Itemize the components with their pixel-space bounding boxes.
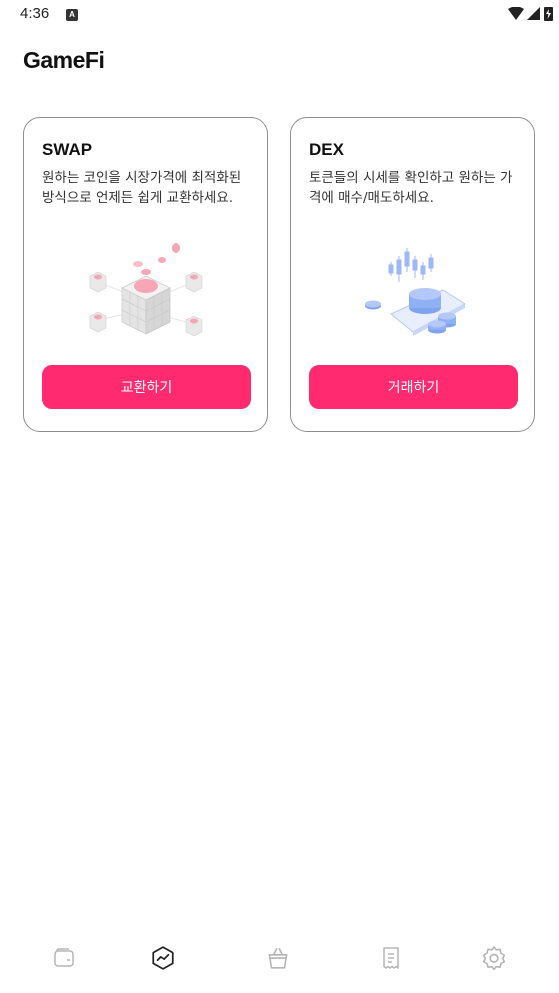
swap-cubes-illustration	[89, 243, 203, 337]
dex-card-description: 토큰들의 시세를 확인하고 원하는 가격에 매수/매도하세요.	[309, 170, 513, 206]
chart-icon	[152, 946, 174, 970]
nav-settings[interactable]	[476, 940, 512, 976]
signal-icon	[527, 6, 540, 20]
page-title: GameFi	[23, 47, 105, 73]
swap-card-description: 원하는 코인을 시장가격에 최적화된 방식으로 언제든 쉽게 교환하세요.	[42, 170, 242, 206]
shopping-bag-icon	[268, 947, 288, 969]
trading-coins-illustration	[365, 248, 466, 336]
nav-shop[interactable]	[260, 940, 296, 976]
swap-button[interactable]: 교환하기	[42, 365, 251, 409]
nav-chart[interactable]	[145, 940, 181, 976]
dex-card-title: DEX	[309, 140, 344, 159]
receipt-icon	[383, 947, 399, 969]
swap-card-title: SWAP	[42, 140, 93, 159]
swap-card[interactable]: SWAP 원하는 코인을 시장가격에 최적화된 방식으로 언제든 쉽게 교환하세…	[23, 117, 268, 432]
status-time: 4:36	[20, 5, 50, 22]
status-bar: 4:36 A	[0, 0, 559, 30]
wallet-icon	[54, 948, 74, 967]
nav-history[interactable]	[373, 940, 409, 976]
notification-icon: A	[66, 9, 78, 21]
bottom-navigation	[0, 930, 559, 985]
settings-icon	[482, 946, 506, 971]
status-indicators	[508, 6, 553, 21]
dex-card[interactable]: DEX 토큰들의 시세를 확인하고 원하는 가격에 매수/매도하세요. 거래하기	[290, 117, 535, 432]
wifi-icon	[508, 6, 524, 20]
dex-button[interactable]: 거래하기	[309, 365, 518, 409]
battery-icon	[544, 7, 553, 21]
nav-wallet[interactable]	[46, 940, 82, 976]
